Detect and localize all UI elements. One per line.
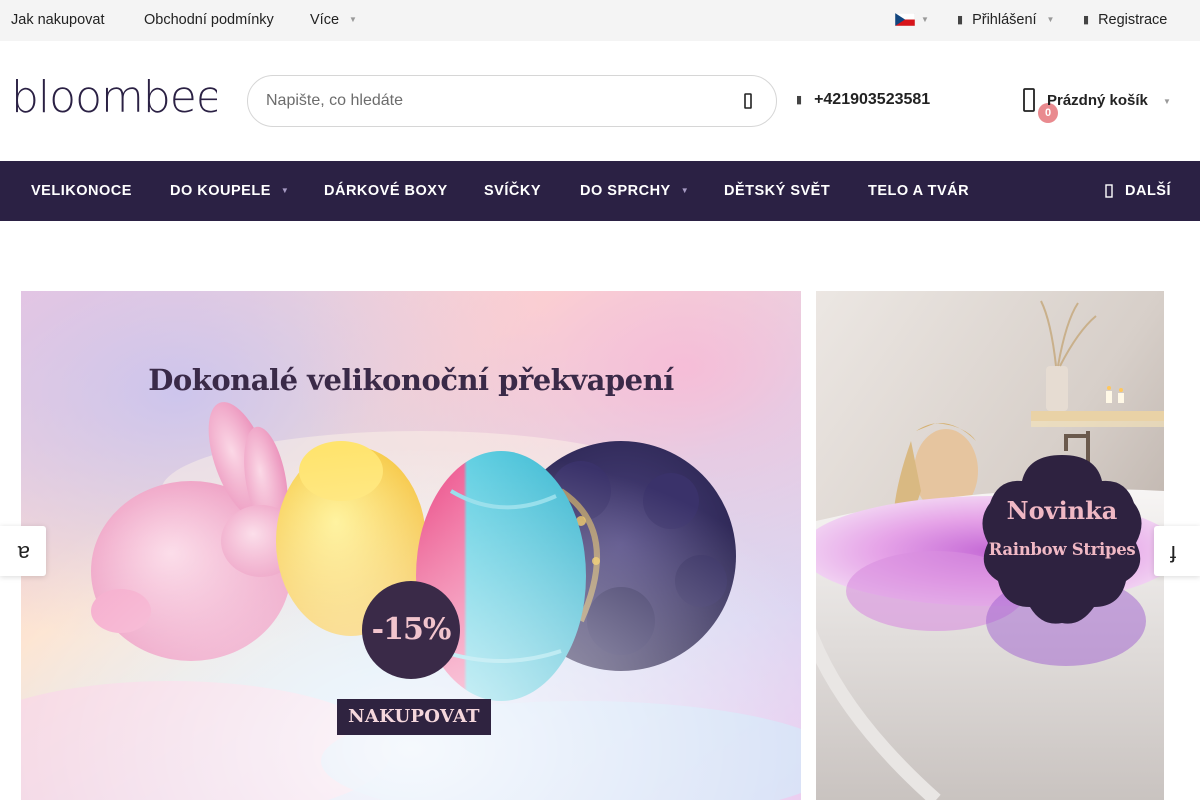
nav-item-label: DO SPRCHY xyxy=(580,183,671,199)
banner-title: Dokonalé velikonoční překvapení xyxy=(148,363,674,397)
cart-button[interactable]: 0 Prázdný košík ▼ xyxy=(1020,84,1180,124)
logo-text: bloombee xyxy=(11,74,217,120)
chevron-down-icon: ▼ xyxy=(680,186,690,196)
discount-badge: -15% xyxy=(362,581,460,679)
novinka-title: Novinka xyxy=(1006,496,1118,525)
hero-banner-easter[interactable]: Dokonalé velikonoční překvapení -15% NAK… xyxy=(21,291,801,800)
more-dropdown[interactable]: Více ▼ xyxy=(310,0,357,41)
bloombee-logo: bloombee xyxy=(11,72,223,123)
novinka-badge-shape xyxy=(982,455,1142,624)
chevron-down-icon: ▼ xyxy=(280,186,290,196)
search-icon[interactable] xyxy=(738,91,758,111)
nav-more-button[interactable]: DALŠÍ xyxy=(1105,161,1171,221)
nav-item-svicky[interactable]: SVÍČKY xyxy=(484,161,541,221)
chevron-down-icon: ▼ xyxy=(1163,97,1171,106)
terms-link[interactable]: Obchodní podmínky xyxy=(144,0,274,41)
search-bar xyxy=(247,75,777,127)
nav-item-do-koupele[interactable]: DO KOUPELE ▼ xyxy=(170,161,289,221)
slider-next-button[interactable]: ɟ xyxy=(1154,526,1200,576)
menu-icon xyxy=(1105,184,1113,198)
search-input[interactable] xyxy=(266,76,716,126)
chevron-down-icon: ▼ xyxy=(349,15,357,25)
novinka-subtitle: Rainbow Stripes xyxy=(988,540,1136,559)
phone-contact[interactable]: ▮ +421903523581 xyxy=(796,88,930,112)
nav-item-do-sprchy[interactable]: DO SPRCHY ▼ xyxy=(580,161,689,221)
register-icon: ▮ xyxy=(1083,14,1090,27)
nav-item-darkove-boxy[interactable]: DÁRKOVÉ BOXY xyxy=(324,161,448,221)
language-chevron-icon[interactable]: ▼ xyxy=(921,15,929,24)
side-banner-novinka[interactable]: Novinka Rainbow Stripes xyxy=(816,291,1164,800)
main-navigation: VELIKONOCE DO KOUPELE ▼ DÁRKOVÉ BOXY SVÍČ… xyxy=(0,161,1200,221)
nav-item-velikonoce[interactable]: VELIKONOCE xyxy=(31,161,132,221)
how-to-shop-link[interactable]: Jak nakupovat xyxy=(11,0,105,41)
more-label: Více xyxy=(310,12,340,28)
nav-item-label: DO KOUPELE xyxy=(170,183,271,199)
cart-icon xyxy=(1023,88,1035,112)
register-link[interactable]: ▮ Registrace xyxy=(1083,0,1167,41)
phone-number: +421903523581 xyxy=(814,91,931,109)
nav-item-telo-a-tvar[interactable]: TELO A TVÁR xyxy=(868,161,969,221)
cart-label: Prázdný košík xyxy=(1047,92,1148,109)
nav-item-detsky-svet[interactable]: DĚTSKÝ SVĚT xyxy=(724,161,830,221)
phone-icon: ▮ xyxy=(796,94,803,106)
slider-prev-button[interactable]: ɐ xyxy=(0,526,46,576)
register-label: Registrace xyxy=(1098,12,1168,28)
nav-more-label: DALŠÍ xyxy=(1125,183,1171,199)
top-utility-bar: Jak nakupovat Obchodní podmínky Více ▼ ▼ … xyxy=(0,0,1200,41)
chevron-down-icon: ▼ xyxy=(1046,15,1055,25)
shop-now-button[interactable]: NAKUPOVAT xyxy=(337,699,491,735)
login-link[interactable]: ▮ Přihlášení ▼ xyxy=(957,0,1054,41)
user-icon: ▮ xyxy=(957,14,964,27)
czech-flag-icon[interactable] xyxy=(895,13,915,26)
login-label: Přihlášení xyxy=(972,12,1037,28)
logo[interactable]: bloombee xyxy=(11,72,223,123)
